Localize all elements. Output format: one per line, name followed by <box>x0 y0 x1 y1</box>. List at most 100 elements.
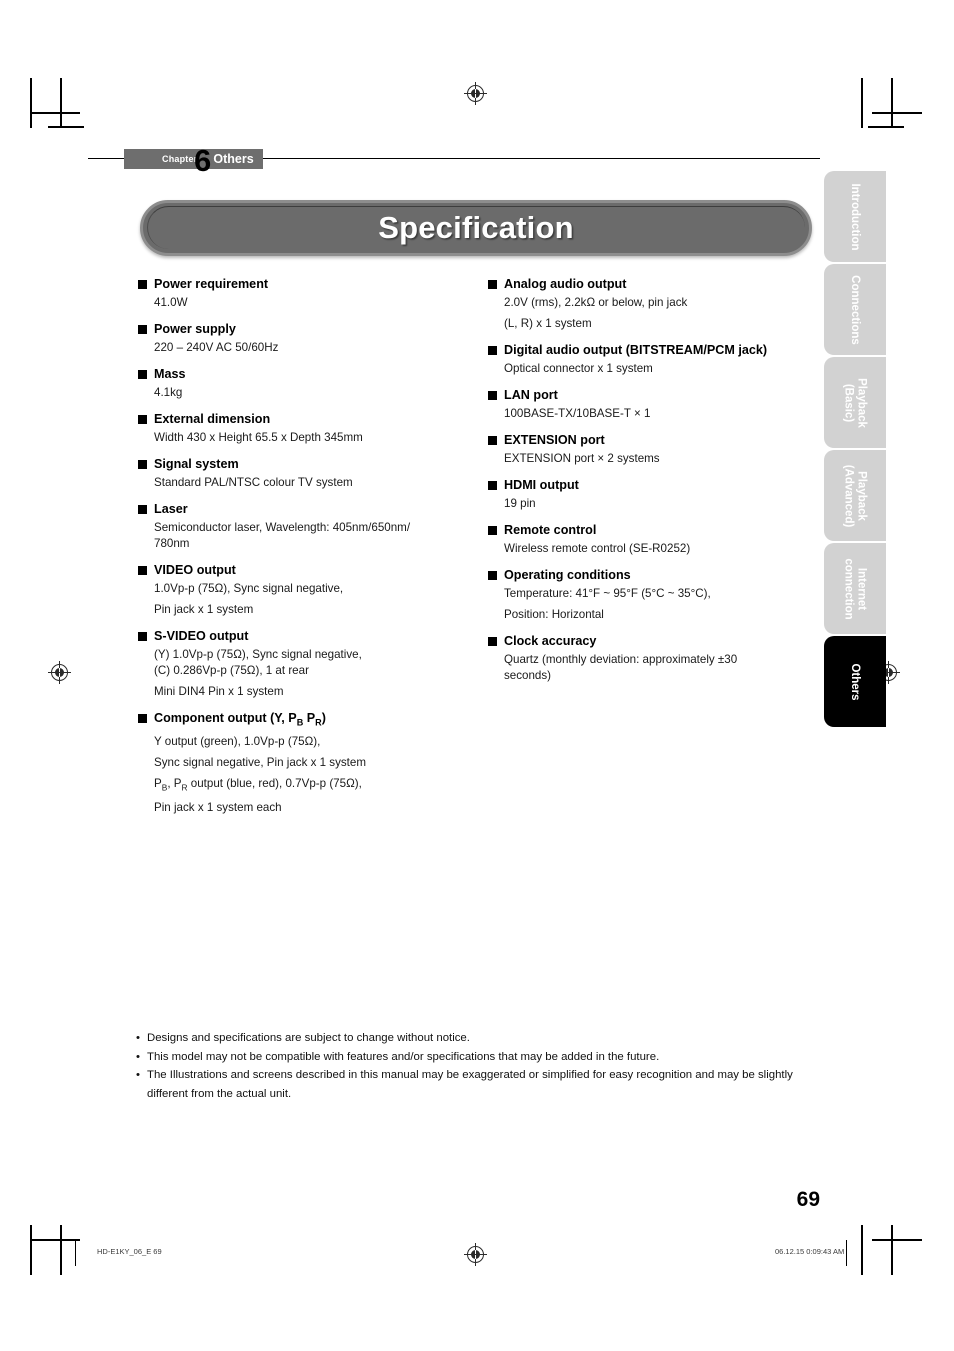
square-bullet-icon <box>138 714 147 723</box>
footer-rule <box>846 1240 848 1266</box>
spec-term-label: Signal system <box>154 457 239 471</box>
page-title-banner: Specification <box>140 200 812 256</box>
spec-term: Laser <box>138 501 468 517</box>
crop-mark <box>60 78 62 128</box>
spec-value-line: Y output (green), 1.0Vp-p (75Ω), <box>154 734 321 748</box>
spec-term: Component output (Y, PB PR) <box>138 710 468 731</box>
spec-value-line: 220 – 240V AC 50/60Hz <box>154 341 279 354</box>
side-tab-label: Playback (Basic) <box>843 377 868 428</box>
square-bullet-icon <box>138 280 147 289</box>
print-file-label: HD-E1KY_06_E 69 <box>97 1247 162 1256</box>
spec-term: Analog audio output <box>488 276 828 292</box>
spec-term-label: Power requirement <box>154 277 269 291</box>
registration-mark-left <box>48 661 71 684</box>
crop-mark <box>891 78 893 128</box>
spec-value-line: 19 pin <box>504 497 536 510</box>
side-tab-playback-advanced[interactable]: Playback (Advanced) <box>824 450 886 541</box>
spec-term: Power supply <box>138 321 468 337</box>
spec-value-line: Quartz (monthly deviation: approximately… <box>504 653 738 682</box>
spec-term-label: Power supply <box>154 322 236 336</box>
spec-group: Component output (Y, PB PR) Y output (gre… <box>138 710 468 816</box>
spec-term-label: Mass <box>154 367 186 381</box>
side-tab-internet-connection[interactable]: Internet connection <box>824 543 886 634</box>
spec-term: VIDEO output <box>138 562 468 578</box>
footer-rule <box>75 1240 77 1266</box>
footnote-text: This model may not be compatible with fe… <box>147 1050 660 1063</box>
spec-group: HDMI output 19 pin <box>488 477 828 512</box>
spec-group: Operating conditions Temperature: 41°F ~ … <box>488 567 828 623</box>
chapter-name-label: Others <box>213 152 254 166</box>
spec-term-label: Digital audio output (BITSTREAM/PCM jack… <box>504 343 768 357</box>
square-bullet-icon <box>138 415 147 424</box>
square-bullet-icon <box>138 505 147 514</box>
square-bullet-icon <box>488 481 497 490</box>
spec-value-line: PB, PR output (blue, red), 0.7Vp-p (75Ω)… <box>154 776 362 792</box>
spec-term-label: Component output (Y, PB PR) <box>154 711 326 728</box>
spec-term: Operating conditions <box>488 567 828 583</box>
spec-value-line: Semiconductor laser, Wavelength: 405nm/6… <box>154 521 411 550</box>
side-tab-introduction[interactable]: Introduction <box>824 171 886 262</box>
square-bullet-icon <box>138 325 147 334</box>
side-tab-playback-basic[interactable]: Playback (Basic) <box>824 357 886 448</box>
spec-term: Signal system <box>138 456 468 472</box>
page-canvas: Chapter 6 Others Specification Power req… <box>0 0 954 1351</box>
spec-term: Power requirement <box>138 276 468 292</box>
footnote-text: The Illustrations and screens described … <box>147 1069 793 1100</box>
spec-group: Signal system Standard PAL/NTSC colour TV… <box>138 456 468 491</box>
crop-mark <box>861 78 863 128</box>
spec-term: External dimension <box>138 411 468 427</box>
side-tab-label: Playback (Advanced) <box>843 464 868 527</box>
crop-mark <box>60 1225 62 1275</box>
crop-mark <box>872 1239 922 1241</box>
side-tab-label: Internet connection <box>843 557 868 620</box>
bullet-dot-icon: • <box>136 1032 140 1044</box>
spec-term-label: LAN port <box>504 388 558 402</box>
side-tab-label: Introduction <box>849 182 861 251</box>
crop-mark <box>48 126 84 128</box>
chapter-number: 6 <box>194 143 211 178</box>
square-bullet-icon <box>138 566 147 575</box>
spec-group: Remote control Wireless remote control (S… <box>488 522 828 557</box>
spec-group: Power supply 220 – 240V AC 50/60Hz <box>138 321 468 356</box>
spec-value-line: (Y) 1.0Vp-p (75Ω), Sync signal negative,… <box>154 648 362 677</box>
registration-mark-top <box>464 82 487 105</box>
spec-term: S-VIDEO output <box>138 628 468 644</box>
chapter-word-label: Chapter <box>162 154 198 164</box>
spec-value-line: Width 430 x Height 65.5 x Depth 345mm <box>154 431 363 444</box>
square-bullet-icon <box>138 632 147 641</box>
spec-term-label: HDMI output <box>504 478 579 492</box>
spec-term-label: EXTENSION port <box>504 433 605 447</box>
square-bullet-icon <box>138 460 147 469</box>
spec-group: Digital audio output (BITSTREAM/PCM jack… <box>488 342 828 377</box>
side-tab-label: Connections <box>849 274 861 345</box>
spec-term-label: External dimension <box>154 412 271 426</box>
square-bullet-icon <box>138 370 147 379</box>
spec-term: Remote control <box>488 522 828 538</box>
spec-group: Analog audio output 2.0V (rms), 2.2kΩ or … <box>488 276 828 332</box>
footnote-item: • This model may not be compatible with f… <box>136 1048 826 1067</box>
crop-mark <box>891 1225 893 1275</box>
spec-term-label: Analog audio output <box>504 277 627 291</box>
side-index-tabs: Introduction Connections Playback (Basic) Pl… <box>824 171 886 729</box>
spec-column-right: Analog audio output 2.0V (rms), 2.2kΩ or … <box>488 276 828 684</box>
spec-value-line: 41.0W <box>154 296 188 309</box>
side-tab-label: Others <box>849 662 861 701</box>
spec-group: Laser Semiconductor laser, Wavelength: 40… <box>138 501 468 552</box>
spec-term: LAN port <box>488 387 828 403</box>
spec-value-line: (L, R) x 1 system <box>504 317 592 330</box>
crop-mark <box>30 112 80 114</box>
crop-mark <box>861 1225 863 1275</box>
crop-mark <box>30 1225 32 1275</box>
page-number: 69 <box>796 1188 820 1211</box>
footnotes-list: • Designs and specifications are subject … <box>136 1029 826 1103</box>
footnote-text: Designs and specifications are subject t… <box>147 1032 470 1044</box>
footnote-item: • Designs and specifications are subject … <box>136 1029 826 1048</box>
spec-value-line: 1.0Vp-p (75Ω), Sync signal negative, <box>154 582 344 595</box>
spec-value-line: Sync signal negative, Pin jack x 1 syste… <box>154 755 367 769</box>
spec-value-line: 4.1kg <box>154 386 183 399</box>
crop-mark <box>30 78 32 128</box>
spec-term: EXTENSION port <box>488 432 828 448</box>
side-tab-connections[interactable]: Connections <box>824 264 886 355</box>
side-tab-others[interactable]: Others <box>824 636 886 727</box>
spec-value-line: 2.0V (rms), 2.2kΩ or below, pin jack <box>504 296 688 309</box>
